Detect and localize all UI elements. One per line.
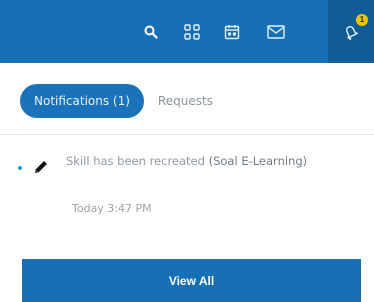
notification-tabs: Notifications (1) Requests: [20, 84, 227, 118]
mail-icon[interactable]: [258, 0, 294, 63]
notifications-bell-button[interactable]: 1: [328, 0, 374, 63]
notification-message: Skill has been recreated (Soal E-Learnin…: [66, 153, 356, 170]
tab-notifications[interactable]: Notifications (1): [20, 84, 144, 118]
top-navigation-bar: 1: [0, 0, 374, 63]
calendar-icon[interactable]: [214, 0, 250, 63]
tab-requests-label: Requests: [157, 94, 213, 108]
tab-requests[interactable]: Requests: [144, 84, 227, 118]
unread-indicator: [18, 166, 22, 170]
pencil-icon: [35, 161, 47, 173]
notification-count-badge: 1: [356, 14, 368, 26]
view-all-label: View All: [168, 273, 215, 288]
divider: [0, 134, 374, 135]
view-all-button[interactable]: View All: [22, 259, 361, 302]
tab-notifications-label: Notifications (1): [34, 94, 130, 108]
notification-message-text: Skill has been recreated: [66, 154, 205, 168]
notification-time: Today 3:47 PM: [72, 202, 152, 215]
bell-icon: [346, 25, 358, 40]
notification-item[interactable]: Skill has been recreated (Soal E-Learnin…: [0, 148, 374, 232]
search-icon[interactable]: [133, 0, 169, 63]
notification-tag: (Soal E-Learning): [208, 154, 308, 168]
apps-grid-icon[interactable]: [174, 0, 210, 63]
